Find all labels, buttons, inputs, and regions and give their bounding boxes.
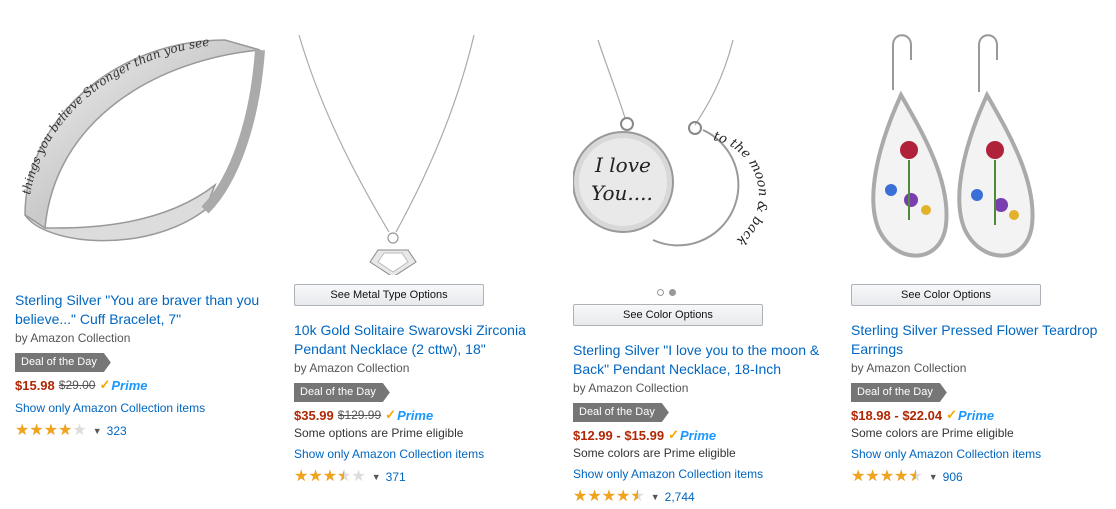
prime-label: Prime xyxy=(111,377,148,393)
price-row: $12.99 - $15.99 ✓ Prime xyxy=(573,427,716,443)
product-card-2: See Metal Type Options 10k Gold Solitair… xyxy=(294,0,564,509)
rating-row: ★★★★★ ★★★★★ ▼ 2,744 xyxy=(573,489,695,505)
carousel-dot[interactable] xyxy=(657,289,664,296)
caret-down-icon[interactable]: ▼ xyxy=(929,472,938,482)
carousel-dots xyxy=(657,289,676,296)
caret-down-icon[interactable]: ▼ xyxy=(651,492,660,502)
prime-check-icon: ✓ xyxy=(946,407,957,422)
moon-engraving: to the moon & back xyxy=(712,129,770,249)
product-brand: by Amazon Collection xyxy=(851,361,967,375)
deal-badge: Deal of the Day xyxy=(294,383,390,402)
carousel-dot-active[interactable] xyxy=(669,289,676,296)
review-count[interactable]: 371 xyxy=(386,470,406,484)
prime-eligibility-note: Some colors are Prime eligible xyxy=(573,446,736,460)
prime-badge: ✓ Prime xyxy=(385,407,433,423)
product-title[interactable]: Sterling Silver "I love you to the moon … xyxy=(573,341,843,379)
review-count[interactable]: 2,744 xyxy=(665,490,695,504)
pendant-engraving-line1: I love xyxy=(594,153,651,177)
pendant-engraving-line2: You.... xyxy=(591,181,653,205)
product-card-3: I love You.... to the moon & back See Co… xyxy=(573,0,843,509)
show-only-brand-link[interactable]: Show only Amazon Collection items xyxy=(294,447,484,461)
product-brand: by Amazon Collection xyxy=(15,331,131,345)
see-color-options-button[interactable]: See Color Options xyxy=(573,304,763,326)
svg-text:to the moon & back: to the moon & back xyxy=(712,129,770,249)
price: $12.99 - $15.99 xyxy=(573,427,665,443)
product-title[interactable]: Sterling Silver "You are braver than you… xyxy=(15,291,285,329)
review-count[interactable]: 906 xyxy=(943,470,963,484)
prime-check-icon: ✓ xyxy=(99,377,111,392)
deal-badge: Deal of the Day xyxy=(15,353,111,372)
rating-row: ★★★★★ ★★★★★ ▼ 906 xyxy=(851,469,963,485)
prime-eligibility-note: Some options are Prime eligible xyxy=(294,426,464,440)
prime-check-icon: ✓ xyxy=(385,407,397,422)
product-image-moon-necklace[interactable]: I love You.... to the moon & back xyxy=(573,0,843,275)
caret-down-icon[interactable]: ▼ xyxy=(372,472,381,482)
see-color-options-button[interactable]: See Color Options xyxy=(851,284,1041,306)
price: $15.98 xyxy=(15,377,55,393)
see-metal-type-options-button[interactable]: See Metal Type Options xyxy=(294,284,484,306)
price: $18.98 - $22.04 xyxy=(851,407,943,423)
show-only-brand-link[interactable]: Show only Amazon Collection items xyxy=(573,467,763,481)
product-image-cuff-bracelet[interactable]: things you believe Stronger than you see… xyxy=(5,0,275,275)
product-title[interactable]: 10k Gold Solitaire Swarovski Zirconia Pe… xyxy=(294,321,564,359)
show-only-brand-link[interactable]: Show only Amazon Collection items xyxy=(851,447,1041,461)
show-only-brand-link[interactable]: Show only Amazon Collection items xyxy=(15,401,205,415)
price-row: $15.98 $29.00 ✓ Prime xyxy=(15,377,148,393)
rating-row: ★★★★★★★★★★ ▼ 323 xyxy=(15,423,127,439)
prime-label: Prime xyxy=(397,407,434,423)
star-rating[interactable]: ★★★★★★★★★★ xyxy=(294,469,366,485)
star-rating[interactable]: ★★★★★★★★★★ xyxy=(573,489,645,505)
review-count[interactable]: 323 xyxy=(107,424,127,438)
caret-down-icon[interactable]: ▼ xyxy=(93,426,102,436)
prime-label: Prime xyxy=(679,427,717,443)
product-image-solitaire-necklace[interactable] xyxy=(294,0,564,275)
prime-badge: ✓ Prime xyxy=(668,427,716,443)
star-rating[interactable]: ★★★★★★★★★★ xyxy=(851,469,923,485)
deal-badge: Deal of the Day xyxy=(573,403,669,422)
price-row: $35.99 $129.99 ✓ Prime xyxy=(294,407,433,423)
product-image-flower-earrings[interactable] xyxy=(851,0,1116,275)
prime-eligibility-note: Some colors are Prime eligible xyxy=(851,426,1014,440)
prime-label: Prime xyxy=(957,407,995,423)
product-title[interactable]: Sterling Silver Pressed Flower Teardrop … xyxy=(851,321,1116,359)
price-row: $18.98 - $22.04 ✓ Prime xyxy=(851,407,994,423)
product-brand: by Amazon Collection xyxy=(294,361,410,375)
list-price: $129.99 xyxy=(337,408,382,422)
prime-badge: ✓ Prime xyxy=(946,407,994,423)
prime-check-icon: ✓ xyxy=(668,427,679,442)
rating-row: ★★★★★★★★★★ ▼ 371 xyxy=(294,469,406,485)
price: $35.99 xyxy=(294,407,334,423)
prime-badge: ✓ Prime xyxy=(99,377,147,393)
product-card-1: things you believe Stronger than you see… xyxy=(5,0,285,509)
product-brand: by Amazon Collection xyxy=(573,381,689,395)
list-price: $29.00 xyxy=(58,378,96,392)
star-rating[interactable]: ★★★★★★★★★★ xyxy=(15,423,87,439)
product-card-4: See Color Options Sterling Silver Presse… xyxy=(851,0,1116,509)
deal-badge: Deal of the Day xyxy=(851,383,947,402)
